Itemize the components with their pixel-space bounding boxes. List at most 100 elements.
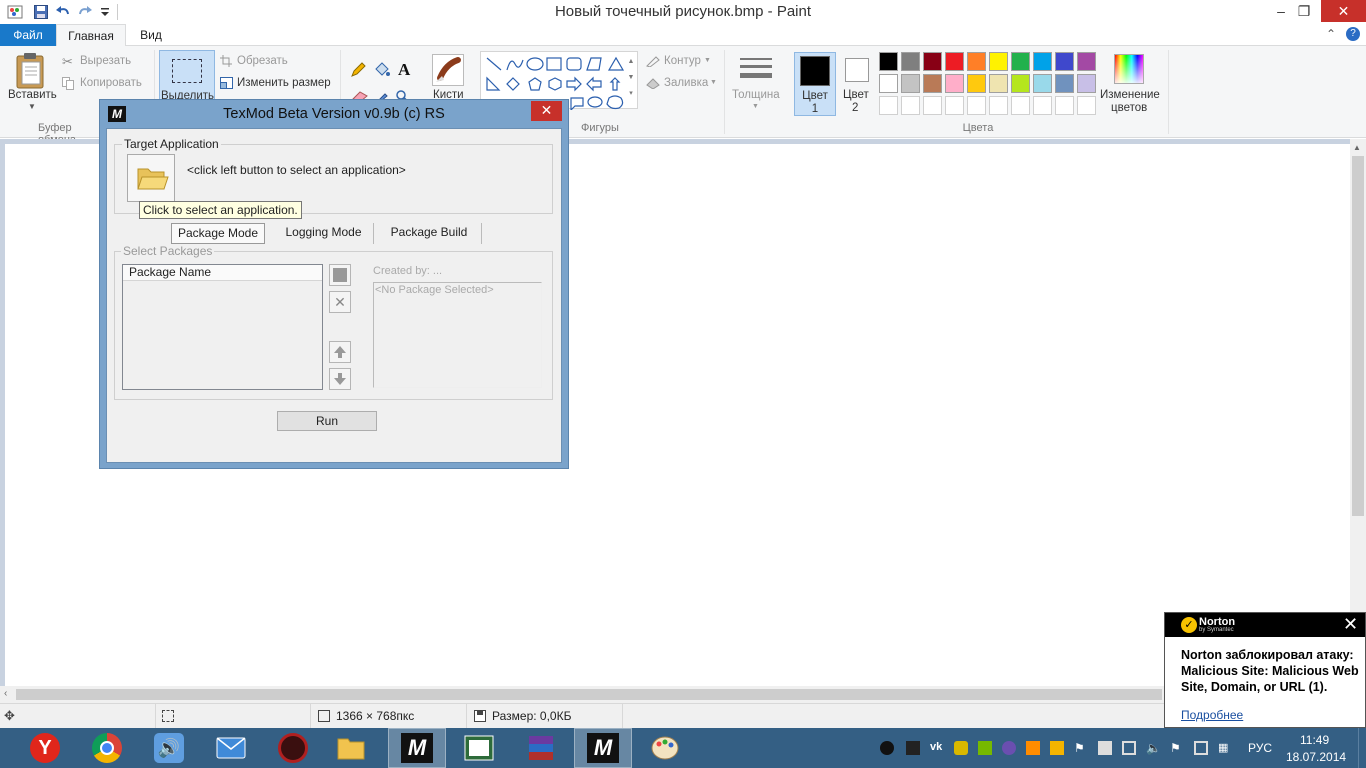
palette-swatch[interactable]: [923, 96, 942, 115]
outline-button[interactable]: Контур: [664, 55, 701, 67]
palette-swatch[interactable]: [967, 96, 986, 115]
run-button[interactable]: Run: [277, 411, 377, 431]
scroll-left-icon[interactable]: ‹: [4, 688, 7, 699]
norton-close-icon[interactable]: ✕: [1343, 614, 1358, 635]
palette-swatch[interactable]: [1033, 74, 1052, 93]
keyboard-icon[interactable]: ▦: [1218, 741, 1232, 755]
palette-swatch[interactable]: [945, 96, 964, 115]
paste-dropdown-icon[interactable]: ▼: [28, 102, 36, 111]
palette-swatch[interactable]: [879, 74, 898, 93]
palette-swatch[interactable]: [989, 96, 1008, 115]
language-indicator[interactable]: РУС: [1248, 741, 1272, 755]
mail-icon[interactable]: [202, 728, 260, 768]
texmod-taskbar-icon[interactable]: M: [388, 728, 446, 768]
flag-icon[interactable]: ⚑: [1170, 741, 1184, 755]
palette-swatch[interactable]: [879, 96, 898, 115]
help-icon[interactable]: ?: [1346, 27, 1360, 41]
close-button[interactable]: ✕: [1321, 0, 1366, 22]
horizontal-scrollbar[interactable]: ‹: [0, 686, 1366, 703]
size-icon[interactable]: [740, 56, 772, 84]
palette-swatch[interactable]: [901, 52, 920, 71]
palette-swatch[interactable]: [989, 52, 1008, 71]
fill-shape-button[interactable]: Заливка: [664, 77, 708, 89]
tab-package-mode[interactable]: Package Mode: [171, 223, 265, 244]
horizontal-scroll-thumb[interactable]: [16, 689, 1162, 700]
outline-dropdown-icon[interactable]: ▼: [704, 57, 711, 64]
tab-file[interactable]: Файл: [0, 24, 56, 46]
vertical-scrollbar[interactable]: ▲: [1350, 139, 1366, 686]
color2-number[interactable]: 2: [852, 102, 858, 114]
nvidia-icon[interactable]: [978, 741, 992, 755]
battery-icon[interactable]: [1194, 741, 1208, 755]
add-package-button[interactable]: [329, 264, 351, 286]
palette-swatch[interactable]: [1011, 52, 1030, 71]
size-dropdown-icon[interactable]: ▼: [752, 103, 759, 110]
copy-button[interactable]: Копировать: [80, 77, 142, 89]
palette-swatch[interactable]: [1033, 96, 1052, 115]
yandex-browser-icon[interactable]: Y: [16, 728, 74, 768]
tray-display-icon[interactable]: [906, 741, 920, 755]
action-center-icon[interactable]: ⚑: [1074, 741, 1088, 755]
speaker-app-icon[interactable]: 🔊: [140, 728, 198, 768]
paste-button[interactable]: Вставить: [8, 89, 57, 101]
collapse-ribbon-icon[interactable]: ⌃: [1326, 27, 1336, 41]
color2-swatch[interactable]: [845, 58, 869, 82]
crop-button[interactable]: Обрезать: [237, 55, 288, 67]
norton-details-link[interactable]: Подробнее: [1181, 708, 1243, 722]
package-name-column-header[interactable]: Package Name: [123, 265, 322, 281]
palette-swatch[interactable]: [1055, 74, 1074, 93]
palette-swatch[interactable]: [1055, 52, 1074, 71]
text-tool-icon[interactable]: A: [398, 60, 410, 80]
texmod-active-taskbar-icon[interactable]: M: [574, 728, 632, 768]
file-explorer-icon[interactable]: [322, 728, 380, 768]
edit-colors-label[interactable]: Изменение: [1100, 89, 1160, 101]
norton-tray-icon[interactable]: [954, 741, 968, 755]
edit-colors-label-2[interactable]: цветов: [1111, 102, 1147, 114]
palette-swatch[interactable]: [945, 74, 964, 93]
remove-package-icon[interactable]: ✕: [329, 291, 351, 313]
fill-dropdown-icon[interactable]: ▼: [710, 79, 717, 86]
tab-home[interactable]: Главная: [56, 24, 126, 47]
tab-view[interactable]: Вид: [128, 24, 174, 46]
network-icon[interactable]: [1122, 741, 1136, 755]
tray-circle-icon[interactable]: [1002, 741, 1016, 755]
reader-app-icon[interactable]: [450, 728, 508, 768]
paint-taskbar-icon[interactable]: [636, 728, 694, 768]
palette-swatch[interactable]: [1011, 96, 1030, 115]
palette-swatch[interactable]: [901, 96, 920, 115]
palette-swatch[interactable]: [1011, 74, 1030, 93]
winrar-icon[interactable]: [512, 728, 570, 768]
palette-swatch[interactable]: [1077, 96, 1096, 115]
color2-label[interactable]: Цвет: [843, 89, 869, 101]
paste-icon[interactable]: [14, 52, 50, 93]
tray-torrent-icon[interactable]: [1050, 741, 1064, 755]
select-application-button[interactable]: [127, 154, 175, 202]
size-button[interactable]: Толщина: [732, 89, 780, 101]
palette-swatch[interactable]: [1077, 52, 1096, 71]
dialog-close-button[interactable]: ✕: [531, 101, 562, 121]
game-app-icon[interactable]: [264, 728, 322, 768]
volume-icon[interactable]: 🔈: [1146, 741, 1161, 755]
palette-swatch[interactable]: [989, 74, 1008, 93]
package-list[interactable]: Package Name: [122, 264, 323, 390]
palette-swatch[interactable]: [923, 74, 942, 93]
edit-colors-icon[interactable]: [1114, 54, 1144, 84]
tray-app-icon[interactable]: [880, 741, 894, 755]
fill-icon[interactable]: [374, 61, 390, 77]
move-down-button[interactable]: [329, 368, 351, 390]
palette-swatch[interactable]: [901, 74, 920, 93]
select-button[interactable]: Выделить: [159, 50, 215, 102]
vk-icon[interactable]: vk: [930, 741, 944, 755]
cut-button[interactable]: Вырезать: [80, 55, 131, 67]
resize-button[interactable]: Изменить размер: [237, 77, 331, 89]
printer-icon[interactable]: [1098, 741, 1112, 755]
chrome-icon[interactable]: [78, 728, 136, 768]
palette-swatch[interactable]: [879, 52, 898, 71]
move-up-button[interactable]: [329, 341, 351, 363]
palette-swatch[interactable]: [1033, 52, 1052, 71]
pencil-icon[interactable]: [350, 62, 366, 78]
palette-swatch[interactable]: [923, 52, 942, 71]
maximize-button[interactable]: ❐: [1291, 0, 1317, 22]
palette-swatch[interactable]: [967, 74, 986, 93]
palette-swatch[interactable]: [945, 52, 964, 71]
